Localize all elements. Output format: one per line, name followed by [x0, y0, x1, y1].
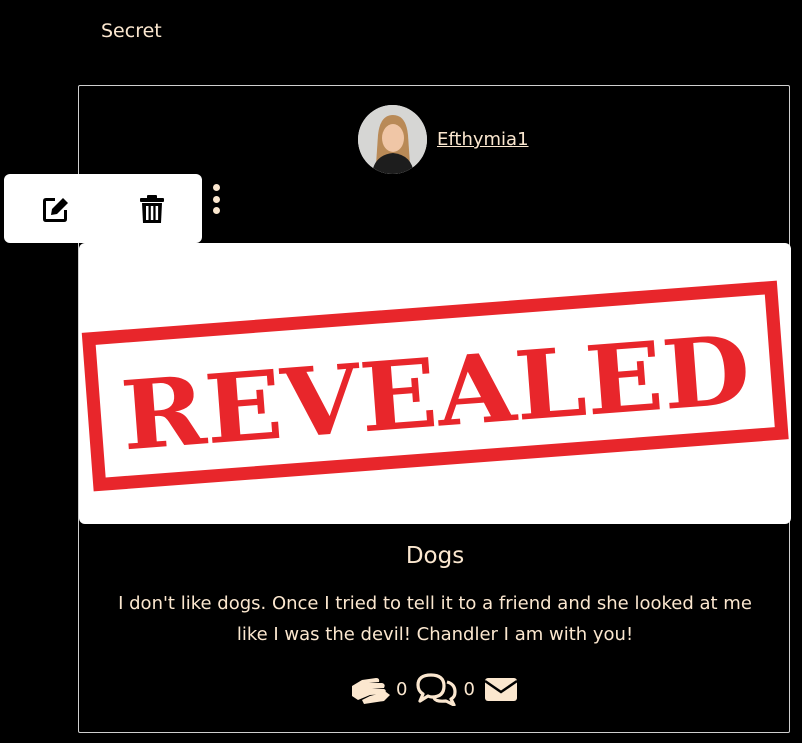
message-button[interactable]	[483, 674, 519, 704]
delete-button[interactable]	[135, 192, 169, 226]
comments-icon	[416, 673, 458, 706]
author-name-link[interactable]: Efthymia1	[437, 129, 529, 150]
edit-icon	[43, 198, 68, 222]
post-category: Secret	[101, 20, 162, 42]
comments-count: 0	[463, 678, 475, 700]
post-stats: 0 0	[350, 672, 519, 706]
handshake-icon	[352, 678, 390, 704]
support-count: 0	[396, 678, 408, 700]
post-title: Dogs	[405, 543, 465, 569]
post-options-menu	[4, 174, 202, 243]
kebab-icon[interactable]	[210, 184, 222, 214]
envelope-icon	[484, 678, 518, 701]
post-content: I don't like dogs. Once I tried to tell …	[118, 593, 752, 645]
comments-button[interactable]	[415, 672, 459, 706]
author-avatar[interactable]	[358, 105, 427, 174]
post-image: REVEALED	[79, 243, 791, 524]
support-button[interactable]	[350, 672, 392, 706]
edit-button[interactable]	[38, 192, 72, 226]
trash-icon	[140, 195, 164, 223]
post-author[interactable]: Efthymia1	[358, 105, 529, 174]
